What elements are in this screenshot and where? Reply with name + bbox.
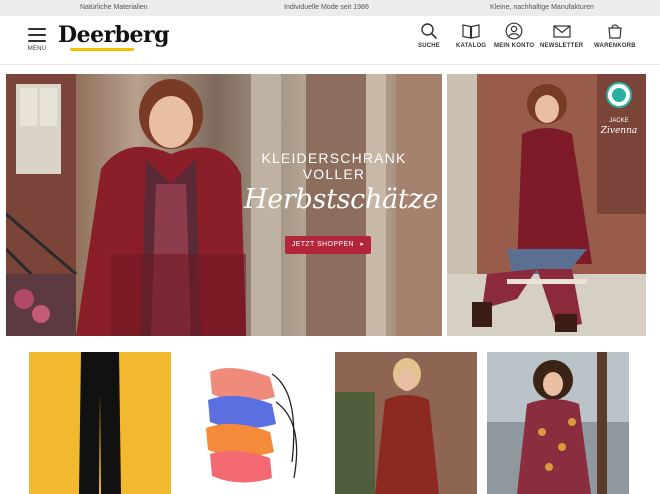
top-info-bar: Natürliche Materialien Individuelle Mode… — [0, 0, 660, 16]
menu-button[interactable]: MENU — [27, 26, 47, 52]
hero-line-herbstschaetze: Herbstschätze — [244, 184, 439, 215]
usp-individual-fashion: Individuelle Mode seit 1986 — [284, 4, 369, 11]
mail-icon — [553, 25, 571, 38]
site-header: MENU Deerberg SUCHE KATALOG MEIN KONTO N… — [0, 16, 660, 64]
search-icon — [421, 23, 437, 39]
newsletter-nav[interactable]: NEWSLETTER — [540, 22, 583, 49]
account-nav[interactable]: MEIN KONTO — [494, 22, 534, 49]
product-tile-masks[interactable] — [180, 352, 322, 494]
account-label: MEIN KONTO — [494, 43, 535, 49]
arrow-right-icon: ▸ — [360, 241, 365, 248]
hamburger-icon — [28, 28, 46, 30]
cart-nav[interactable]: WARENKORB — [594, 22, 636, 49]
hamburger-icon-line — [28, 40, 46, 42]
catalog-label: KATALOG — [456, 43, 487, 49]
hamburger-icon-line — [28, 34, 46, 36]
logo-text: Deerberg — [58, 22, 170, 48]
usp-natural-materials: Natürliche Materialien — [80, 4, 148, 11]
jacket-name: Zivenna — [600, 126, 638, 136]
jacket-banner[interactable] — [447, 74, 646, 336]
patterned-dress-image — [487, 352, 629, 494]
account-icon — [505, 22, 523, 40]
search-label: SUCHE — [418, 43, 441, 49]
jacket-label: JACKE — [609, 118, 629, 124]
catalog-nav[interactable]: KATALOG — [456, 22, 486, 49]
jacket-photo — [447, 74, 646, 336]
red-dress-image — [335, 352, 477, 494]
product-tile-red-dress[interactable] — [335, 352, 477, 494]
cart-label: WARENKORB — [594, 43, 636, 49]
hero-line-voller: VOLLER — [302, 166, 366, 182]
shop-now-button[interactable]: JETZT SHOPPEN ▸ — [285, 236, 371, 254]
catalog-icon — [462, 24, 480, 39]
hero-banner-autumn[interactable]: KLEIDERSCHRANK VOLLER Herbstschätze JETZ… — [6, 74, 442, 336]
masks-image — [206, 368, 298, 483]
sustainability-badge — [606, 82, 632, 108]
newsletter-label: NEWSLETTER — [540, 43, 584, 49]
hero-headline: KLEIDERSCHRANK VOLLER Herbstschätze — [244, 150, 439, 216]
product-tile-leggings[interactable] — [29, 352, 171, 494]
eco-icon — [612, 88, 626, 102]
logo-underline — [70, 48, 134, 51]
usp-sustainable-manufactories: Kleine, nachhaltige Manufakturen — [490, 4, 594, 11]
search-nav[interactable]: SUCHE — [418, 22, 440, 49]
bag-icon — [608, 24, 622, 39]
deerberg-logo[interactable]: Deerberg — [58, 22, 170, 51]
leggings-image — [79, 352, 121, 494]
menu-label: MENU — [27, 46, 47, 52]
shop-now-label: JETZT SHOPPEN — [291, 241, 354, 248]
product-tile-patterned-dress[interactable] — [487, 352, 629, 494]
hero-line-kleiderschrank: KLEIDERSCHRANK — [261, 150, 407, 166]
header-divider — [0, 64, 660, 65]
